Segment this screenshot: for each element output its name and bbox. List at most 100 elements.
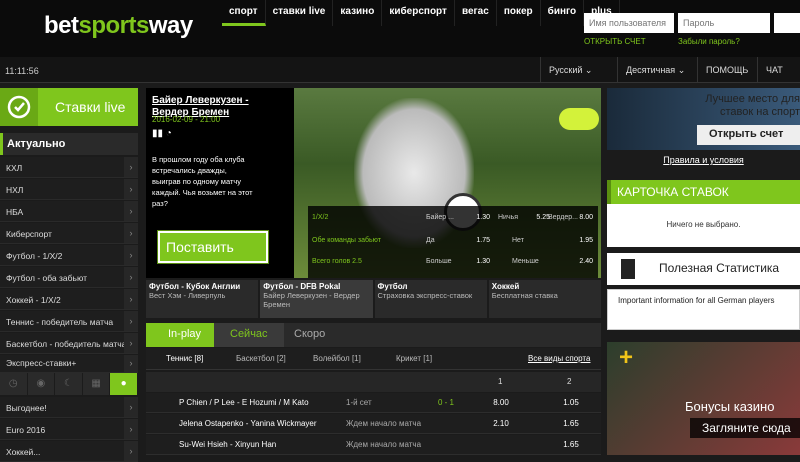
language-select[interactable]: Русский ⌄ bbox=[540, 57, 617, 83]
open-account-link[interactable]: ОТКРЫТЬ СЧЕТ bbox=[584, 37, 646, 46]
odds-value[interactable]: 2.40 bbox=[573, 258, 593, 265]
place-bet-button[interactable]: Поставить bbox=[157, 230, 269, 264]
nav-live[interactable]: ставки live bbox=[266, 0, 334, 26]
nav-vegas[interactable]: вегас bbox=[455, 0, 497, 26]
chevron-right-icon: › bbox=[124, 289, 138, 309]
promo-tab[interactable]: Хоккей Бесплатная ставка bbox=[488, 280, 601, 318]
live-betting-button[interactable]: Ставки live bbox=[0, 88, 138, 126]
odds-value[interactable]: 1.30 bbox=[470, 258, 490, 265]
market-name: 1/X/2 bbox=[312, 214, 329, 221]
odds-value[interactable]: 1.95 bbox=[573, 237, 593, 244]
promo-tabs: Футбол - Кубок Англии Вест Хэм - Ливерпул… bbox=[146, 280, 601, 318]
sidebar-item-football-1x2[interactable]: Футбол - 1/X/2 › bbox=[0, 245, 138, 266]
stats-label: Полезная Статистика bbox=[659, 261, 780, 275]
casino-text: Бонусы казино bbox=[685, 399, 775, 414]
german-info-banner[interactable]: Important information for all German pla… bbox=[607, 289, 800, 330]
outcome-label: Нет bbox=[512, 237, 524, 244]
open-account-button[interactable]: Открыть счет bbox=[697, 125, 800, 145]
sidebar-item-euro2016[interactable]: Euro 2016 › bbox=[0, 419, 138, 440]
sidebar-item-football-btts[interactable]: Футбол - оба забьют › bbox=[0, 267, 138, 288]
odds-button[interactable]: 1.05 bbox=[546, 398, 596, 407]
username-input[interactable] bbox=[584, 13, 674, 33]
promo-tab[interactable]: Футбол - Кубок Англии Вест Хэм - Ливерпул… bbox=[146, 280, 259, 318]
football-icon[interactable]: ◉ bbox=[28, 373, 56, 395]
chat-link[interactable]: ЧАТ bbox=[757, 57, 800, 83]
nav-esports[interactable]: киберспорт bbox=[382, 0, 455, 26]
nav-bingo[interactable]: бинго bbox=[541, 0, 585, 26]
odds-value[interactable]: 8.00 bbox=[573, 214, 593, 221]
table-row[interactable]: Jelena Ostapenko - Yanina Wickmayer Ждем … bbox=[146, 414, 601, 434]
sidebar-item-tennis[interactable]: Теннис - победитель матча › bbox=[0, 311, 138, 332]
betslip-title[interactable]: КАРТОЧКА СТАВОК bbox=[607, 180, 800, 204]
odds-button[interactable]: 1.65 bbox=[546, 440, 596, 449]
odds-value[interactable]: 5.25 bbox=[530, 214, 550, 221]
market-name: Всего голов 2.5 bbox=[312, 258, 362, 265]
sidebar-item-better[interactable]: Выгоднее! › bbox=[0, 397, 138, 418]
logo[interactable]: betsportsway bbox=[44, 12, 193, 40]
nav-sport[interactable]: спорт bbox=[222, 0, 266, 26]
outcome-label: Да bbox=[426, 237, 435, 244]
table-row[interactable]: P Chien / P Lee - E Hozumi / M Kato 1-й с… bbox=[146, 393, 601, 413]
calendar-icon[interactable]: ▦ bbox=[83, 373, 111, 395]
chevron-down-icon: ⌄ bbox=[584, 65, 593, 75]
hero-markets: 1/X/2 Байер ... 1.30 Ничья 5.25 Вердер..… bbox=[308, 206, 598, 278]
tab-soon[interactable]: Скоро bbox=[294, 328, 325, 340]
moon-icon[interactable]: ☾ bbox=[55, 373, 83, 395]
sidebar-item-esports[interactable]: Киберспорт › bbox=[0, 223, 138, 244]
outcome-label: Меньше bbox=[512, 258, 539, 265]
sport-tab-basketball[interactable]: Баскетбол [2] bbox=[236, 354, 286, 363]
sidebar-item-hockey-extra[interactable]: Хоккей... › bbox=[0, 441, 138, 462]
chevron-right-icon: › bbox=[124, 245, 138, 265]
odds-value[interactable]: 1.75 bbox=[470, 237, 490, 244]
sport-tab-volleyball[interactable]: Волейбол [1] bbox=[313, 354, 361, 363]
promo-ad[interactable]: Лучшее место для ставок на спорт Открыть… bbox=[607, 88, 800, 150]
terms-link[interactable]: Правила и условия bbox=[607, 155, 800, 165]
chevron-right-icon: › bbox=[124, 179, 138, 199]
odds-format-label: Десятичная bbox=[626, 65, 676, 75]
stats-banner[interactable]: Полезная Статистика bbox=[607, 253, 800, 285]
circle-icon[interactable]: ● bbox=[110, 373, 138, 395]
section-header-actual: Актуально bbox=[0, 133, 138, 155]
sidebar-item-basketball[interactable]: Баскетбол - победитель матча › bbox=[0, 333, 138, 354]
promo-tab[interactable]: Футбол - DFB Pokal Байер Леверкузен - Вер… bbox=[260, 280, 373, 318]
table-row[interactable]: Su-Wei Hsieh - Xinyun Han Ждем начало мат… bbox=[146, 435, 601, 455]
chevron-down-icon: ⌄ bbox=[677, 65, 686, 75]
all-sports-link[interactable]: Все виды спорта bbox=[528, 354, 590, 363]
sport-tab-cricket[interactable]: Крикет [1] bbox=[396, 354, 432, 363]
odds-button[interactable]: 2.10 bbox=[476, 419, 526, 428]
tab-now[interactable]: Сейчас bbox=[214, 323, 284, 347]
hero-icons: ▮▮ ◔ bbox=[152, 128, 172, 139]
chevron-right-icon: › bbox=[124, 355, 138, 372]
clock-icon[interactable]: ◷ bbox=[0, 373, 28, 395]
stats-icon[interactable]: ▮▮ bbox=[152, 128, 163, 139]
odds-column-header: 1 2 bbox=[146, 372, 601, 392]
tab-inplay[interactable]: In-play bbox=[146, 323, 214, 347]
nav-poker[interactable]: покер bbox=[497, 0, 541, 26]
odds-button[interactable]: 8.00 bbox=[476, 398, 526, 407]
live-icon bbox=[0, 88, 38, 126]
language-label: Русский bbox=[549, 65, 583, 75]
sidebar-item-nba[interactable]: НБА › bbox=[0, 201, 138, 222]
sidebar-item-khl[interactable]: КХЛ › bbox=[0, 157, 138, 178]
casino-button[interactable]: Загляните сюда bbox=[690, 418, 800, 438]
odds-value[interactable]: 1.30 bbox=[470, 214, 490, 221]
login-button[interactable] bbox=[774, 13, 800, 33]
plus-icon: + bbox=[619, 344, 634, 371]
column-2-label: 2 bbox=[567, 377, 572, 386]
sidebar-item-express[interactable]: Экспресс-ставки+ › bbox=[0, 355, 138, 373]
nav-casino[interactable]: казино bbox=[333, 0, 383, 26]
password-input[interactable] bbox=[678, 13, 770, 33]
help-link[interactable]: ПОМОЩЬ bbox=[697, 57, 757, 83]
sidebar-item-hockey-1x2[interactable]: Хоккей - 1/X/2 › bbox=[0, 289, 138, 310]
promo-tab[interactable]: Футбол Страховка экспресс-ставок bbox=[374, 280, 487, 318]
sidebar-item-nhl[interactable]: НХЛ › bbox=[0, 179, 138, 200]
sport-tab-tennis[interactable]: Теннис [8] bbox=[166, 354, 203, 363]
forgot-password-link[interactable]: Забыли пароль? bbox=[678, 37, 740, 46]
odds-button[interactable]: 1.65 bbox=[546, 419, 596, 428]
casino-banner[interactable]: + Бонусы казино Загляните сюда bbox=[607, 342, 800, 455]
odds-format-select[interactable]: Десятичная ⌄ bbox=[617, 57, 697, 83]
stopwatch-icon[interactable]: ◔ bbox=[166, 128, 172, 139]
hero-description: В прошлом году оба клуба встречались два… bbox=[152, 155, 253, 208]
market-name: Обе команды забьют bbox=[312, 237, 381, 244]
outcome-label: Байер ... bbox=[426, 214, 454, 221]
